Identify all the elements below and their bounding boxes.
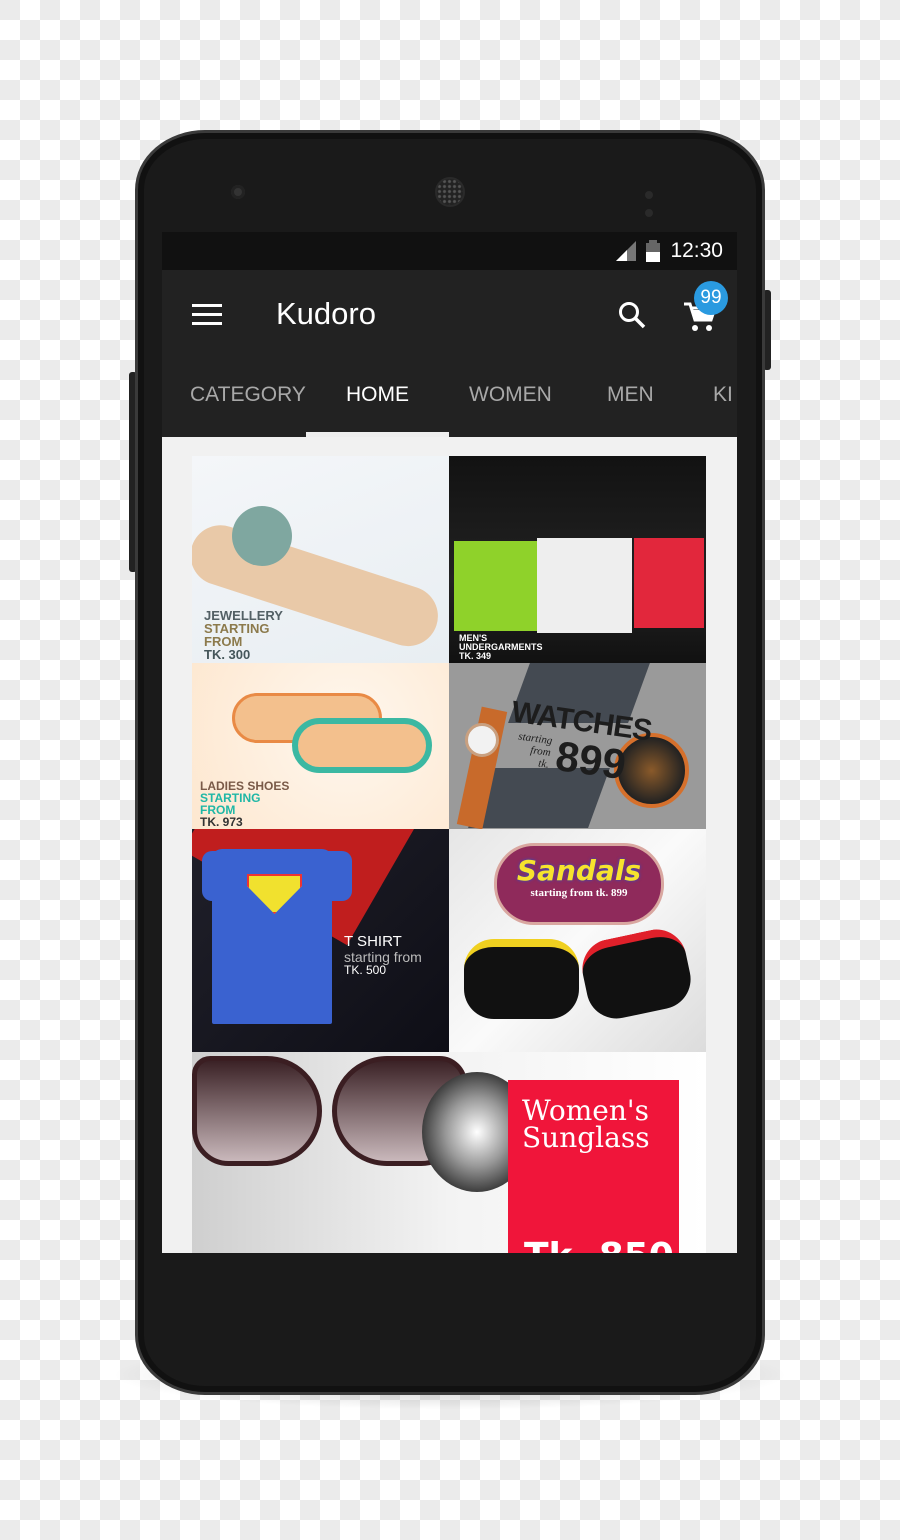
banner-title: Sunglass (522, 1120, 650, 1154)
app-toolbar: Kudoro 99 (162, 270, 737, 360)
signal-icon (616, 241, 637, 261)
banner-price: 899 (552, 732, 629, 789)
speaker-grille (435, 177, 465, 207)
tab-men[interactable]: MEN (607, 383, 654, 407)
banner-text: TK. 300 (204, 647, 251, 662)
banner-undergarments[interactable]: MEN'S UNDERGARMENTS TK. 349 (449, 456, 706, 663)
clock: 12:30 (670, 239, 723, 262)
banner-text: TK. 349 (459, 651, 492, 661)
sensors (645, 186, 675, 217)
menu-icon[interactable] (192, 304, 222, 331)
tab-women[interactable]: WOMEN (469, 383, 552, 407)
banner-tshirt[interactable]: T SHIRT starting from TK. 500 (192, 829, 449, 1052)
cart-count-badge: 99 (694, 281, 728, 315)
status-bar: 12:30 (162, 232, 737, 270)
active-tab-indicator (306, 432, 449, 437)
front-camera-icon (231, 185, 245, 199)
category-tabs: CATEGORY HOME WOMEN MEN KI (162, 360, 737, 437)
banner-sunglass[interactable]: Women's Sunglass Tk. 850 (192, 1052, 706, 1253)
banner-title: T SHIRT (344, 933, 402, 950)
tab-home[interactable]: HOME (346, 383, 409, 407)
banner-ladies-shoes[interactable]: LADIES SHOES STARTING FROM TK. 973 (192, 663, 449, 829)
banner-text: starting from tk. 899 (530, 887, 628, 899)
banner-text-block: T SHIRT starting from TK. 500 (344, 934, 422, 977)
banner-jewellery[interactable]: JEWELLERY STARTING FROM TK. 300 (192, 456, 449, 663)
battery-icon (646, 240, 661, 262)
banner-watches[interactable]: WATCHES starting from tk. 899 (449, 663, 706, 829)
tab-category[interactable]: CATEGORY (190, 383, 306, 407)
banner-text: TK. 973 (200, 815, 243, 829)
app-screen: 12:30 Kudoro 99 CATEGORY HOME WOMEN MEN … (162, 232, 737, 1253)
app-title: Kudoro (276, 296, 376, 331)
banner-price: Tk. 850 (524, 1238, 674, 1253)
banner-price: TK. 500 (344, 963, 387, 978)
banner-sandals[interactable]: Sandals starting from tk. 899 (449, 829, 706, 1052)
tab-kids[interactable]: KI (713, 383, 733, 407)
banner-title: Sandals (516, 854, 642, 887)
banner-text: starting from (344, 948, 422, 965)
search-icon[interactable] (617, 300, 647, 330)
